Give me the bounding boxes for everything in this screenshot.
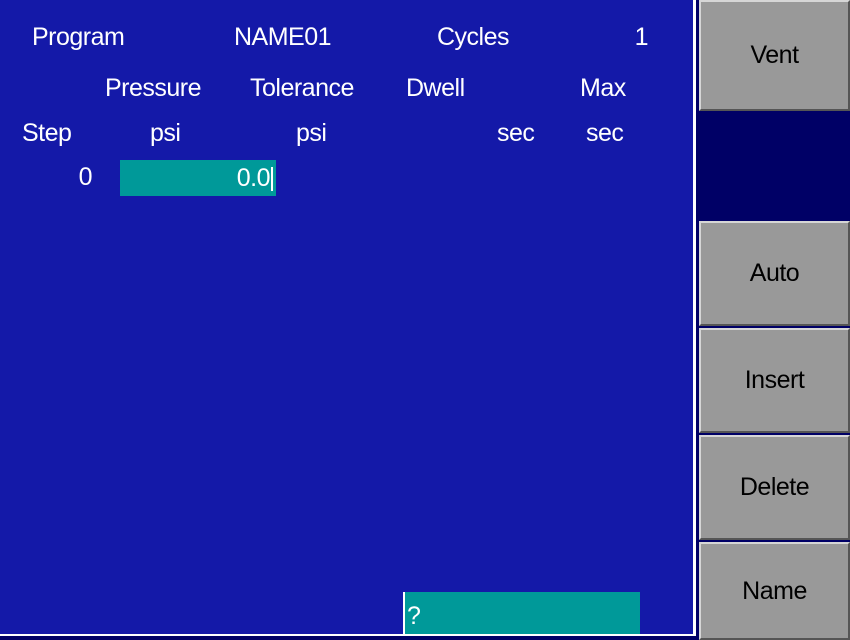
- tolerance-column-label: Tolerance: [250, 74, 354, 102]
- max-unit: sec: [586, 119, 624, 147]
- program-editor-panel: Program NAME01 Cycles 1 Pressure Toleran…: [0, 0, 696, 636]
- text-cursor: [271, 167, 273, 192]
- insert-button[interactable]: Insert: [699, 328, 850, 433]
- pressure-value: 0.0: [236, 164, 271, 192]
- pressure-column-label: Pressure: [105, 74, 202, 102]
- auto-button[interactable]: Auto: [699, 221, 850, 326]
- step-column-label: Step: [22, 119, 72, 147]
- program-label: Program: [32, 23, 125, 51]
- name-button[interactable]: Name: [699, 542, 850, 640]
- program-editor-screen: Program NAME01 Cycles 1 Pressure Toleran…: [0, 0, 850, 640]
- max-column-label: Max: [580, 74, 626, 102]
- tolerance-unit: psi: [296, 119, 327, 147]
- entry-prompt-field[interactable]: ?: [403, 592, 640, 634]
- delete-button[interactable]: Delete: [699, 435, 850, 540]
- softkey-panel: Vent Auto Insert Delete Name: [696, 0, 850, 640]
- cycles-label: Cycles: [437, 23, 510, 51]
- vent-button[interactable]: Vent: [699, 0, 850, 111]
- dwell-unit: sec: [497, 119, 535, 147]
- pressure-unit: psi: [150, 119, 181, 147]
- dwell-column-label: Dwell: [406, 74, 465, 102]
- pressure-input[interactable]: 0.0: [120, 160, 276, 196]
- program-name[interactable]: NAME01: [234, 22, 332, 52]
- step-number: 0: [78, 163, 93, 191]
- cycles-value[interactable]: 1: [600, 22, 649, 52]
